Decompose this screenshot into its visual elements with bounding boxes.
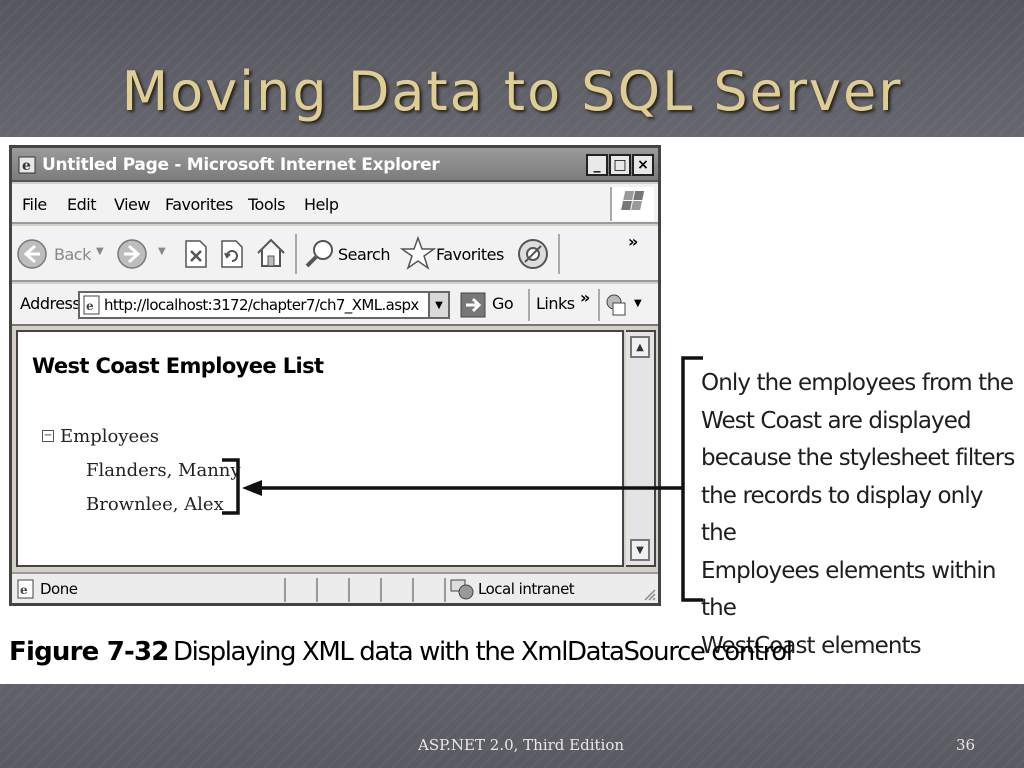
callout-text: Only the employees from the West Coast a… — [701, 365, 1021, 665]
callout-line: because the stylesheet filters — [701, 445, 1015, 471]
employee-list-bracket — [222, 458, 240, 515]
callout-line: Only the employees from the — [701, 370, 1014, 396]
slide-number: 36 — [956, 736, 976, 754]
callout-line: Employees elements within the — [701, 557, 997, 622]
figure-panel: e Untitled Page - Microsoft Internet Exp… — [0, 137, 1024, 684]
figure-caption: Displaying XML data with the XmlDataSour… — [173, 637, 793, 667]
callout-arrowhead — [242, 480, 262, 496]
callout-bracket — [681, 356, 703, 602]
slide-title: Moving Data to SQL Server — [121, 60, 903, 123]
callout-line: West Coast are displayed — [701, 407, 972, 434]
figure-number: Figure 7-32 — [9, 637, 169, 667]
footer-text: ASP.NET 2.0, Third Edition — [418, 736, 625, 754]
callout-line: the records to display only the — [701, 482, 983, 547]
